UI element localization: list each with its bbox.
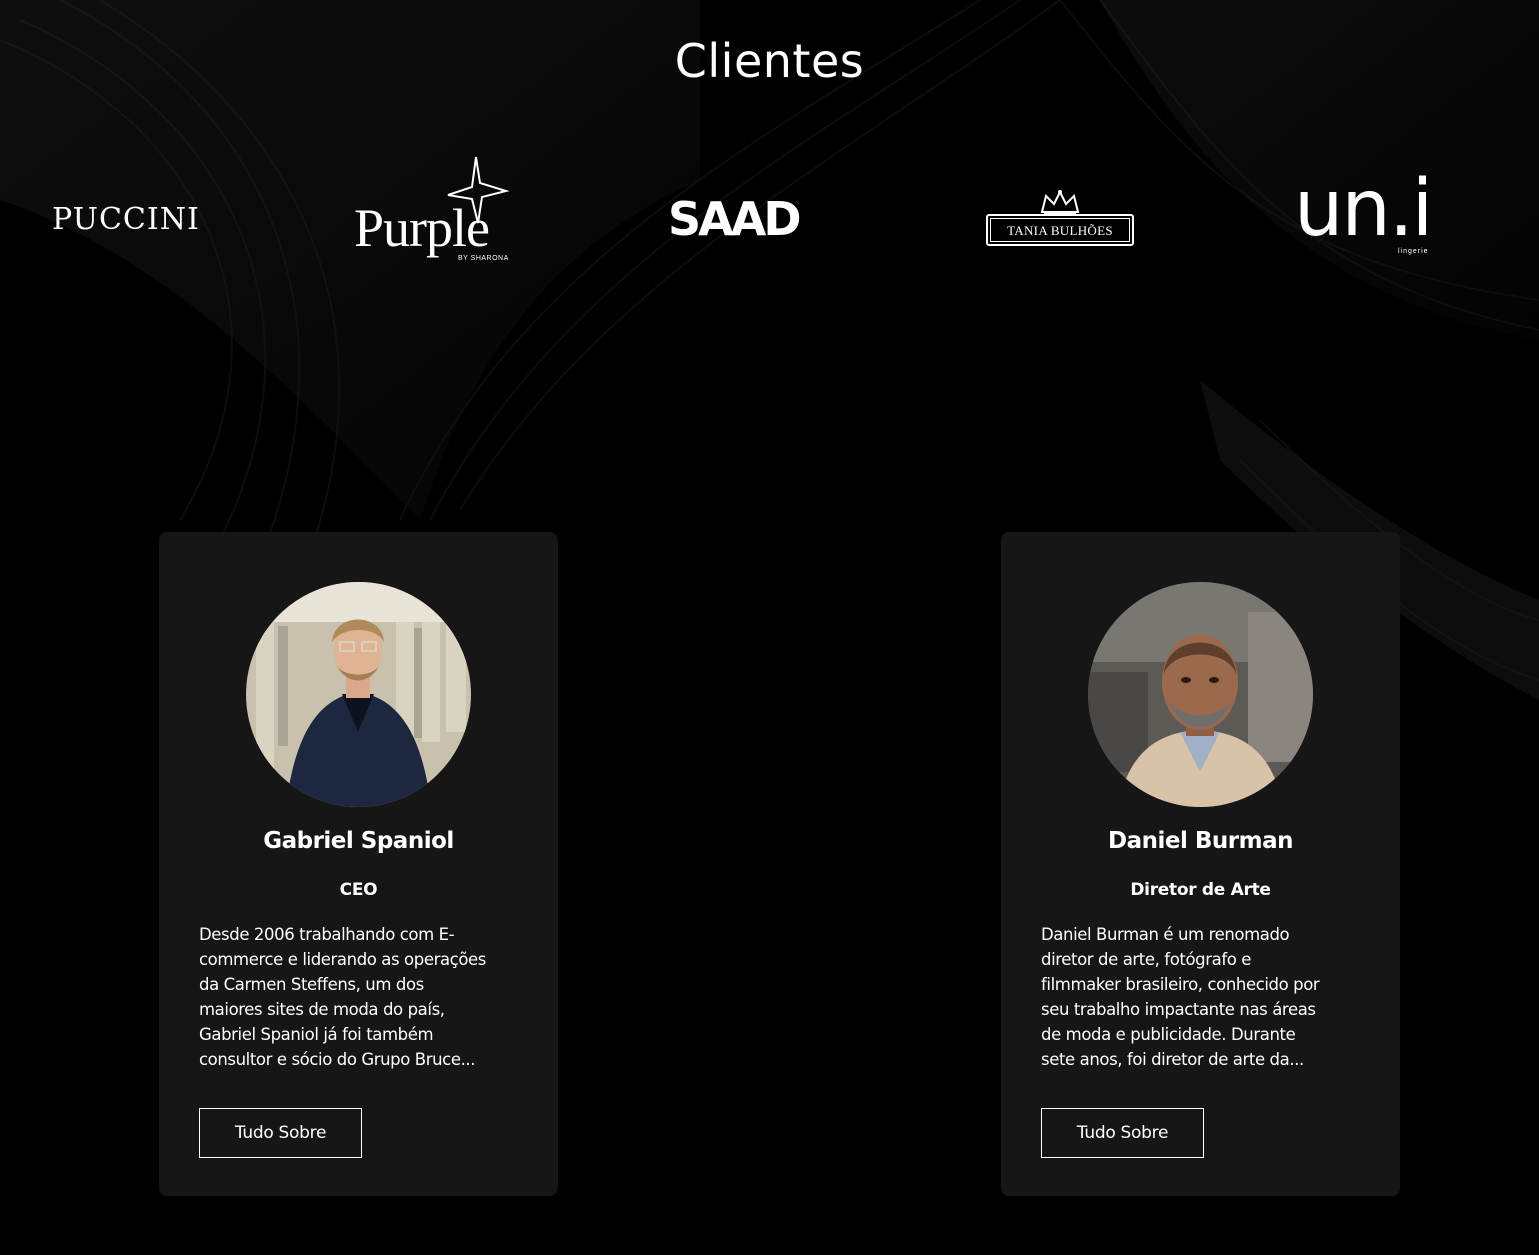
logo-purple-text: Purple (354, 198, 490, 258)
section-title: Clientes (674, 34, 865, 88)
team-description: Desde 2006 trabalhando com E- commerce e… (199, 925, 486, 1069)
logo-purple-sub: BY SHARONA (458, 255, 509, 262)
logo-tania-bulhoes: TANIA BULHÕES (986, 188, 1134, 248)
logo-puccini: PUCCINI (52, 202, 200, 237)
team-card-gabriel: Gabriel Spaniol CEO Desde 2006 trabalhan… (159, 532, 558, 1196)
crown-icon (1040, 189, 1080, 215)
team-name: Gabriel Spaniol (263, 828, 454, 854)
avatar-daniel (1088, 582, 1313, 807)
logo-tania-text: TANIA BULHÕES (1007, 223, 1113, 238)
tudo-sobre-button[interactable]: Tudo Sobre (199, 1108, 362, 1158)
logo-uni-text: un.i (1294, 164, 1433, 254)
logo-saad-text: SAAD (668, 192, 802, 246)
tudo-sobre-button[interactable]: Tudo Sobre (1041, 1108, 1204, 1158)
logo-puccini-text: PUCCINI (52, 202, 200, 237)
team-card-daniel: Daniel Burman Diretor de Arte Daniel Bur… (1001, 532, 1400, 1196)
team-description: Daniel Burman é um renomado diretor de a… (1041, 925, 1320, 1069)
team-role: CEO (339, 880, 378, 900)
logo-uni: un.i lingerie (1294, 164, 1454, 264)
logo-uni-sub: lingerie (1398, 248, 1429, 255)
avatar-gabriel (246, 582, 471, 807)
team-name: Daniel Burman (1108, 828, 1293, 854)
logo-saad: SAAD (668, 192, 802, 246)
logo-purple: Purple BY SHARONA (352, 155, 522, 275)
team-role: Diretor de Arte (1130, 880, 1271, 900)
page: Clientes PUCCINI Purple BY SHARONA SAAD … (0, 0, 1539, 1255)
